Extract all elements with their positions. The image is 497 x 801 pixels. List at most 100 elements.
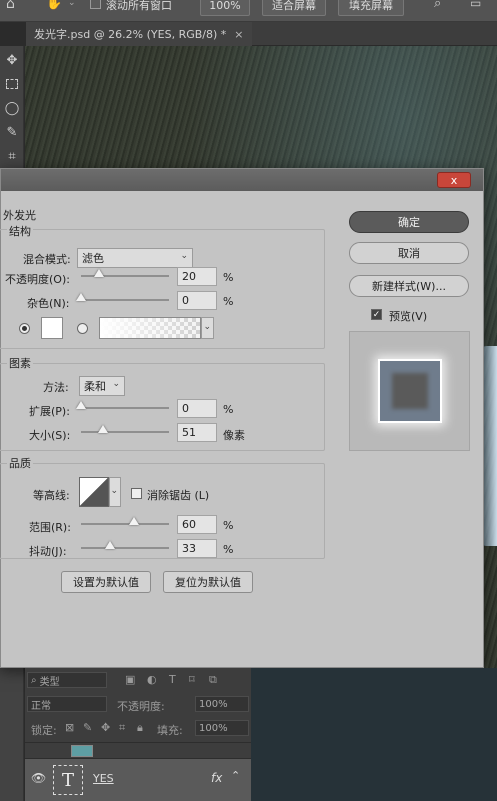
- size-slider[interactable]: [81, 425, 169, 433]
- noise-percent: %: [223, 295, 234, 308]
- document-tab-bar: 发光字.psd @ 26.2% (YES, RGB/8) * ×: [26, 22, 497, 46]
- crop-tool-icon[interactable]: ⌗: [2, 146, 22, 166]
- elements-header: 图素: [7, 355, 33, 371]
- preview-label: 预览(V): [389, 310, 428, 323]
- visibility-eye-icon[interactable]: 👁︎: [31, 771, 46, 785]
- layers-blend-row: 正常 不透明度: 100%: [25, 696, 251, 714]
- technique-value: 柔和: [84, 380, 106, 393]
- contour-dropdown[interactable]: ⌄: [109, 477, 121, 507]
- glow-color-swatch[interactable]: [41, 317, 63, 339]
- scroll-all-checkbox[interactable]: [90, 0, 101, 9]
- method-label: 方法:: [43, 381, 69, 394]
- chevron-down-icon: ⌄: [110, 486, 118, 496]
- spread-label: 扩展(P):: [29, 405, 70, 418]
- noise-field[interactable]: 0: [177, 291, 217, 310]
- jitter-slider[interactable]: [81, 541, 169, 549]
- opacity-slider-thumb[interactable]: [93, 269, 104, 277]
- contour-picker[interactable]: [79, 477, 109, 507]
- text-layer-name[interactable]: YES: [93, 772, 114, 785]
- lock-pixels-icon[interactable]: ⊠: [65, 721, 74, 734]
- spread-field[interactable]: 0: [177, 399, 217, 418]
- zoom-100-button[interactable]: 100%: [200, 0, 250, 16]
- layers-lock-row: 锁定: ⊠ ✎ ✥ ⌗ 🔒︎ 填充: 100%: [25, 720, 251, 738]
- fit-screen-button[interactable]: 适合屏幕: [262, 0, 326, 16]
- size-label: 大小(S):: [29, 429, 71, 442]
- cancel-button[interactable]: 取消: [349, 242, 469, 264]
- structure-header: 结构: [7, 223, 33, 239]
- quality-header: 品质: [7, 455, 33, 471]
- blend-mode-label: 混合模式:: [23, 253, 71, 266]
- technique-select[interactable]: 柔和 ⌄: [79, 376, 125, 396]
- layer-row-text[interactable]: 👁︎ T YES fx ⌃: [25, 758, 251, 801]
- layers-filter-row: ⌕ 类型 ▣ ◐ T ⌑ ⧉: [25, 672, 251, 690]
- image-filter-icon[interactable]: ▣: [125, 673, 135, 686]
- layer-fill-field[interactable]: 100%: [195, 720, 249, 736]
- move-tool-icon[interactable]: ✥: [2, 50, 22, 70]
- spread-slider-thumb[interactable]: [76, 401, 86, 409]
- search-icon[interactable]: ⌕: [434, 0, 441, 11]
- close-icon: x: [450, 173, 458, 187]
- new-style-button[interactable]: 新建样式(W)...: [349, 275, 469, 297]
- document-tab-title: 发光字.psd @ 26.2% (YES, RGB/8) *: [34, 28, 227, 41]
- chevron-down-icon: ⌄: [203, 322, 211, 332]
- glow-gradient-picker[interactable]: [99, 317, 201, 339]
- preview-checkbox[interactable]: ✓: [371, 309, 382, 320]
- opacity-slider[interactable]: [81, 269, 169, 277]
- solid-color-radio[interactable]: [19, 323, 30, 334]
- fill-screen-button[interactable]: 填充屏幕: [338, 0, 404, 16]
- jitter-field[interactable]: 33: [177, 539, 217, 558]
- type-filter-icon[interactable]: T: [169, 673, 176, 686]
- shape-filter-icon[interactable]: ⌑: [189, 673, 195, 686]
- range-field[interactable]: 60: [177, 515, 217, 534]
- contour-label: 等高线:: [33, 489, 70, 502]
- lasso-tool-icon[interactable]: ◯: [2, 98, 22, 118]
- dialog-close-button[interactable]: x: [437, 172, 471, 188]
- layer-filter-value: 类型: [39, 676, 60, 688]
- antialias-checkbox[interactable]: [131, 488, 142, 499]
- size-field[interactable]: 51: [177, 423, 217, 442]
- antialias-label: 消除锯齿 (L): [147, 489, 210, 502]
- set-default-button[interactable]: 设置为默认值: [61, 571, 151, 593]
- lock-all-icon[interactable]: 🔒︎: [137, 721, 143, 735]
- workspace-icon[interactable]: ▭: [470, 0, 481, 10]
- photoshop-window: ⌂ ✋ ⌄ 滚动所有窗口 100% 适合屏幕 填充屏幕 ⌕ ▭ 发光字.psd …: [0, 0, 497, 801]
- chevron-down-icon[interactable]: ⌄: [68, 0, 76, 8]
- lock-artboard-icon[interactable]: ⌗: [119, 721, 125, 735]
- lock-brush-icon[interactable]: ✎: [83, 721, 92, 734]
- range-label: 范围(R):: [29, 521, 71, 534]
- blend-mode-select[interactable]: 滤色 ⌄: [77, 248, 193, 268]
- spread-slider[interactable]: [76, 401, 169, 409]
- home-icon[interactable]: ⌂: [6, 0, 15, 12]
- quick-selection-tool-icon[interactable]: ✎: [2, 122, 22, 142]
- layer-fx-icon[interactable]: fx: [211, 771, 222, 785]
- layer-row-partial[interactable]: [25, 742, 251, 758]
- opacity-field[interactable]: 20: [177, 267, 217, 286]
- hand-tool-icon[interactable]: ✋: [46, 0, 62, 11]
- layer-opacity-field[interactable]: 100%: [195, 696, 249, 712]
- close-icon[interactable]: ×: [234, 28, 243, 41]
- gradient-dropdown[interactable]: ⌄: [201, 317, 214, 339]
- range-slider-thumb[interactable]: [128, 517, 139, 525]
- lock-position-icon[interactable]: ✥: [101, 721, 110, 734]
- ok-button[interactable]: 确定: [349, 211, 469, 233]
- document-tab[interactable]: 发光字.psd @ 26.2% (YES, RGB/8) * ×: [26, 22, 252, 46]
- layer-blend-select[interactable]: 正常: [27, 696, 107, 712]
- gradient-radio[interactable]: [77, 323, 88, 334]
- size-slider-thumb[interactable]: [98, 425, 108, 433]
- dialog-titlebar[interactable]: x: [1, 169, 483, 191]
- range-percent: %: [223, 519, 234, 532]
- marquee-tool-icon[interactable]: [2, 74, 22, 94]
- chevron-up-icon[interactable]: ⌃: [231, 769, 240, 782]
- style-preview-thumbnail: [349, 331, 470, 451]
- noise-slider[interactable]: [76, 293, 169, 301]
- adjustment-filter-icon[interactable]: ◐: [147, 673, 157, 686]
- opacity-label: 不透明度(O):: [5, 273, 70, 286]
- reset-default-button[interactable]: 复位为默认值: [163, 571, 253, 593]
- canvas-lower-area: [251, 668, 497, 801]
- layer-filter-select[interactable]: ⌕ 类型: [27, 672, 107, 688]
- smart-object-filter-icon[interactable]: ⧉: [209, 673, 217, 687]
- noise-slider-thumb[interactable]: [76, 293, 86, 301]
- jitter-slider-thumb[interactable]: [105, 541, 116, 549]
- layer-blend-value: 正常: [31, 700, 51, 712]
- range-slider[interactable]: [81, 517, 169, 525]
